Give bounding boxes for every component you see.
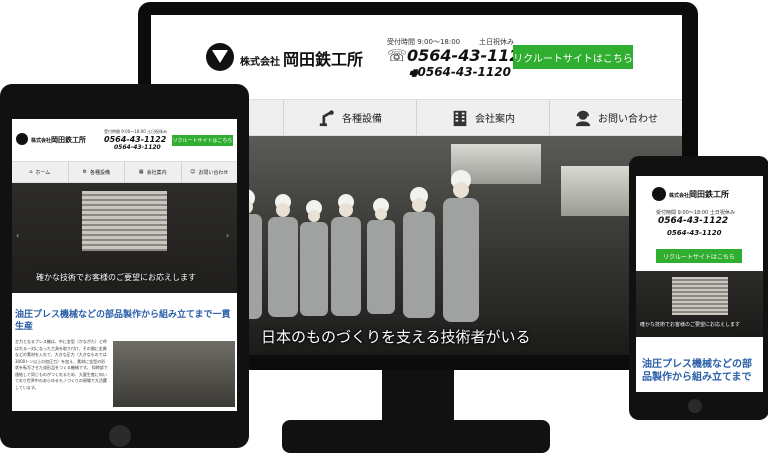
tablet-section-paragraph: 主力となるプレス機は、中に金型（かながた）と呼ばれる一対になった工具を取り付け、… [15, 339, 108, 390]
desktop-hero-caption: 日本のものづくりを支える技術者がいる [261, 328, 531, 346]
tablet-home-button [109, 425, 131, 447]
desktop-monitor-neck [382, 370, 454, 424]
nav-item-label: 会社案内 [146, 169, 167, 176]
device-mockup-scene: 株式会社 岡田鉄工所 受付時間 9:00～18:00 土日祝休み ☏0564-43… [0, 0, 768, 456]
recruit-site-button[interactable]: リクルートサイトはこちら [513, 45, 633, 69]
factory-shutter-photo [82, 191, 167, 251]
slider-next-icon[interactable]: › [226, 231, 229, 240]
company-name: 岡田鉄工所 [51, 136, 87, 144]
factory-shutter-photo [672, 277, 728, 315]
nav-item-equipment[interactable]: ⚙ 各種設備 [69, 162, 125, 182]
recruit-site-button[interactable]: リクルートサイトはこちら [656, 249, 742, 263]
nav-item-label: ホーム [35, 169, 51, 176]
tablet-screen: 株式会社岡田鉄工所 受付時間 9:00～18:00 土日祝休み 0564-43-… [12, 119, 237, 411]
company-name-prefix: 株式会社 [669, 193, 690, 199]
phone-number[interactable]: 0564-43-1122 [104, 135, 167, 144]
company-name: 岡田鉄工所 [283, 50, 364, 69]
company-emblem-icon [206, 43, 234, 71]
company-name: 岡田鉄工所 [689, 190, 730, 199]
nav-item-label: 会社案内 [475, 114, 515, 125]
nav-item-company[interactable]: 会社案内 [417, 100, 550, 135]
company-emblem-icon [652, 187, 666, 201]
nav-item-contact[interactable]: お問い合わせ [550, 100, 682, 135]
fax-number: 0564-43-1120 [667, 229, 722, 237]
phone-hero-slider: 確かな技術でお客様のご要望にお応えします [636, 271, 763, 337]
fax-icon: 🖷 [409, 69, 418, 79]
robot-arm-icon: ⚙ [82, 169, 87, 175]
phone-home-button [688, 399, 702, 413]
nav-item-label: お問い合わせ [598, 114, 658, 125]
nav-item-contact[interactable]: ☺ お問い合わせ [182, 162, 238, 182]
company-emblem-icon [16, 133, 28, 145]
tablet-hero-caption: 確かな技術でお客様のご要望にお応えします [36, 273, 196, 282]
tablet-hero-slider: ‹ › 確かな技術でお客様のご要望にお応えします [12, 183, 237, 293]
company-name-prefix: 株式会社 [31, 138, 52, 144]
nav-item-home[interactable]: ⌂ ホーム [12, 162, 69, 182]
building-icon [453, 110, 467, 126]
tablet-main-nav: ⌂ ホーム ⚙ 各種設備 ▦ 会社案内 ☺ お問い合わせ [12, 161, 237, 183]
tablet-section-heading: 油圧プレス機械などの部品製作から組み立てまで一貫生産 [15, 310, 231, 332]
business-hours-text: 受付時間 9:00～18:00 [104, 129, 146, 134]
phone-number[interactable]: 0564-43-1122 [658, 216, 728, 226]
nav-item-label: 各種設備 [89, 169, 110, 176]
home-icon: ⌂ [29, 169, 33, 175]
nav-item-label: お問い合わせ [198, 169, 229, 176]
nav-item-label: 各種設備 [342, 114, 382, 125]
fax-number: 0564-43-1120 [114, 144, 161, 151]
nav-item-company[interactable]: ▦ 会社案内 [125, 162, 182, 182]
tablet-contact-block: 受付時間 9:00～18:00 土日祝休み 0564-43-1122 0564-… [104, 129, 167, 151]
robot-arm-icon [319, 109, 334, 126]
operator-icon: ☺ [190, 169, 196, 175]
desktop-monitor-base [282, 420, 550, 453]
desktop-company-logo[interactable]: 株式会社 岡田鉄工所 [240, 46, 363, 70]
nav-item-equipment[interactable]: 各種設備 [284, 100, 417, 135]
building-icon: ▦ [138, 169, 144, 175]
operator-icon [575, 110, 591, 126]
closed-days: 土日祝休み [147, 129, 168, 134]
recruit-site-button[interactable]: リクルートサイトはこちら [172, 135, 233, 146]
company-name-prefix: 株式会社 [240, 57, 280, 68]
tablet-factory-photo [113, 341, 235, 407]
tablet-company-logo[interactable]: 株式会社岡田鉄工所 [31, 135, 86, 145]
fax-number-text: 0564-43-1120 [417, 65, 511, 79]
fax-number: 🖷0564-43-1120 [409, 65, 511, 82]
phone-number[interactable]: ☏0564-43-1122 [387, 46, 532, 65]
phone-icon: ☏ [387, 46, 408, 65]
phone-screen: 株式会社岡田鉄工所 受付時間 9:00～18:00 土日祝休み 0564-43-… [636, 176, 763, 392]
phone-hero-caption: 確かな技術でお客様のご要望にお応えします [640, 322, 741, 328]
phone-section-heading: 油圧プレス機械などの部品製作から組み立てまで [642, 359, 752, 383]
business-hours: 受付時間 9:00～18:00 土日祝休み [656, 209, 735, 216]
phone-company-logo[interactable]: 株式会社岡田鉄工所 [669, 189, 729, 200]
slider-prev-icon[interactable]: ‹ [16, 231, 19, 240]
